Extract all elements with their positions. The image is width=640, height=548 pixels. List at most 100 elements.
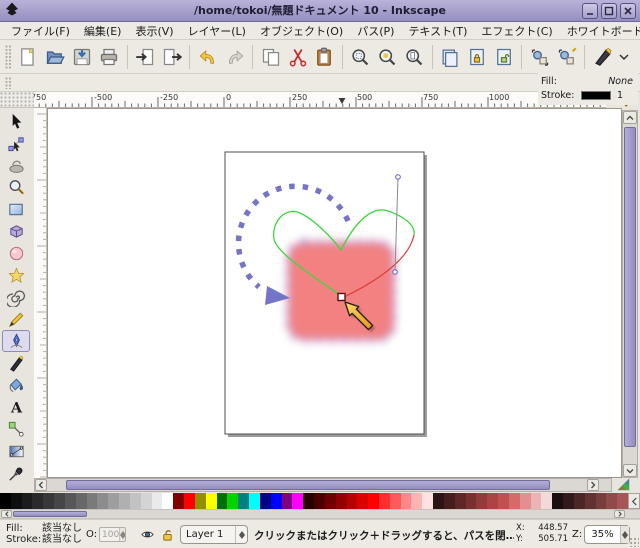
palette-swatch-12[interactable]	[130, 493, 141, 509]
close-button[interactable]	[620, 3, 636, 19]
palette-swatch-34[interactable]	[368, 493, 379, 509]
vertical-scroll-thumb[interactable]	[624, 127, 636, 447]
scroll-right-button[interactable]	[587, 479, 599, 491]
menu-item-7[interactable]: エフェクト(C)	[474, 21, 559, 41]
tool-paint-bucket[interactable]	[2, 374, 30, 396]
window-resize-grip[interactable]	[629, 537, 639, 547]
palette-swatch-40[interactable]	[433, 493, 444, 509]
palette-swatch-11[interactable]	[119, 493, 130, 509]
color-profile-icon[interactable]	[614, 477, 634, 493]
palette-swatch-32[interactable]	[347, 493, 358, 509]
palette-swatch-47[interactable]	[509, 493, 520, 509]
palette-swatch-18[interactable]	[195, 493, 206, 509]
zoom-spinbox[interactable]: 35%	[584, 525, 630, 544]
opacity-stepper[interactable]	[119, 528, 126, 541]
toolbar-overflow-button[interactable]	[616, 49, 632, 65]
palette-swatch-23[interactable]	[249, 493, 260, 509]
palette-swatch-28[interactable]	[303, 493, 314, 509]
palette-swatch-22[interactable]	[238, 493, 249, 509]
menu-item-3[interactable]: レイヤー(L)	[181, 21, 253, 41]
tool-box3d[interactable]	[2, 220, 30, 242]
open-document-button[interactable]	[42, 43, 69, 70]
zoom-stepper[interactable]	[620, 526, 629, 543]
tool-dropper[interactable]	[2, 462, 30, 484]
horizontal-scrollbar[interactable]	[34, 478, 612, 492]
palette-swatch-7[interactable]	[76, 493, 87, 509]
palette-swatch-54[interactable]	[585, 493, 596, 509]
palette-swatch-4[interactable]	[43, 493, 54, 509]
canvas-drawing[interactable]	[48, 109, 622, 478]
export-document-button[interactable]	[159, 43, 186, 70]
handle-end-bottom[interactable]	[393, 270, 398, 275]
zoom-selection-button[interactable]	[347, 43, 374, 70]
palette-swatch-27[interactable]	[292, 493, 303, 509]
tool-tweak[interactable]	[2, 154, 30, 176]
palette-swatch-24[interactable]	[260, 493, 271, 509]
zoom-drawing-button[interactable]	[374, 43, 401, 70]
toolbar-grip[interactable]	[5, 77, 12, 89]
save-document-button[interactable]	[69, 43, 96, 70]
palette-swatch-19[interactable]	[206, 493, 217, 509]
zoom-page-button[interactable]	[401, 43, 428, 70]
layer-visibility-eye-icon[interactable]	[140, 527, 155, 542]
handle-end-top[interactable]	[396, 175, 401, 180]
layer-selector[interactable]: Layer 1	[180, 525, 248, 544]
menu-item-1[interactable]: 編集(E)	[77, 21, 129, 41]
palette-scrollbar[interactable]	[0, 509, 640, 519]
palette-swatch-26[interactable]	[282, 493, 293, 509]
horizontal-scroll-thumb[interactable]	[66, 480, 550, 490]
palette-swatch-44[interactable]	[476, 493, 487, 509]
palette-swatch-35[interactable]	[379, 493, 390, 509]
palette-swatch-31[interactable]	[336, 493, 347, 509]
palette-swatch-53[interactable]	[574, 493, 585, 509]
palette-swatch-29[interactable]	[314, 493, 325, 509]
scroll-left-button[interactable]	[35, 479, 47, 491]
palette-swatch-13[interactable]	[141, 493, 152, 509]
menu-item-8[interactable]: ホワイトボード(R)	[560, 21, 640, 41]
redo-button[interactable]	[221, 43, 248, 70]
palette-swatch-36[interactable]	[390, 493, 401, 509]
tool-selector[interactable]	[2, 110, 30, 132]
menu-item-5[interactable]: パス(P)	[350, 21, 401, 41]
minimize-button[interactable]	[582, 3, 598, 19]
palette-swatch-51[interactable]	[552, 493, 563, 509]
palette-swatch-21[interactable]	[227, 493, 238, 509]
palette-scroll-left-button[interactable]	[628, 493, 640, 509]
palette-swatch-57[interactable]	[617, 493, 628, 509]
palette-swatch-38[interactable]	[411, 493, 422, 509]
palette-swatch-8[interactable]	[87, 493, 98, 509]
palette-scroll-thumb[interactable]	[13, 511, 87, 517]
menu-item-6[interactable]: テキスト(T)	[401, 21, 474, 41]
maximize-button[interactable]	[601, 3, 617, 19]
palette-swatch-41[interactable]	[444, 493, 455, 509]
palette-swatch-6[interactable]	[65, 493, 76, 509]
palette-scrollbar-right[interactable]	[614, 510, 625, 518]
palette-swatch-9[interactable]	[97, 493, 108, 509]
palette-swatch-10[interactable]	[108, 493, 119, 509]
palette-swatch-25[interactable]	[271, 493, 282, 509]
stroke-color-swatch[interactable]	[581, 91, 611, 100]
tool-spiral[interactable]	[2, 286, 30, 308]
cut-button[interactable]	[284, 43, 311, 70]
tool-star[interactable]	[2, 264, 30, 286]
palette-swatch-49[interactable]	[531, 493, 542, 509]
style-status[interactable]: Fill:該当なし Stroke:該当なし	[6, 523, 82, 545]
tool-text[interactable]: A	[2, 396, 30, 418]
copy-button[interactable]	[257, 43, 284, 70]
palette-swatch-17[interactable]	[184, 493, 195, 509]
palette-swatch-46[interactable]	[498, 493, 509, 509]
tool-calligraphy[interactable]	[2, 352, 30, 374]
paste-button[interactable]	[311, 43, 338, 70]
palette-swatch-2[interactable]	[22, 493, 33, 509]
palette-swatch-50[interactable]	[541, 493, 552, 509]
palette-swatch-33[interactable]	[357, 493, 368, 509]
palette-swatch-43[interactable]	[466, 493, 477, 509]
palette-swatch-0[interactable]	[0, 493, 11, 509]
tool-pen[interactable]	[2, 330, 30, 352]
palette-swatch-14[interactable]	[152, 493, 163, 509]
palette-swatch-42[interactable]	[455, 493, 466, 509]
vertical-ruler[interactable]	[34, 108, 47, 478]
import-document-button[interactable]	[132, 43, 159, 70]
palette-scrollbar-left[interactable]	[1, 510, 12, 518]
xml-editor-button[interactable]	[589, 43, 616, 70]
